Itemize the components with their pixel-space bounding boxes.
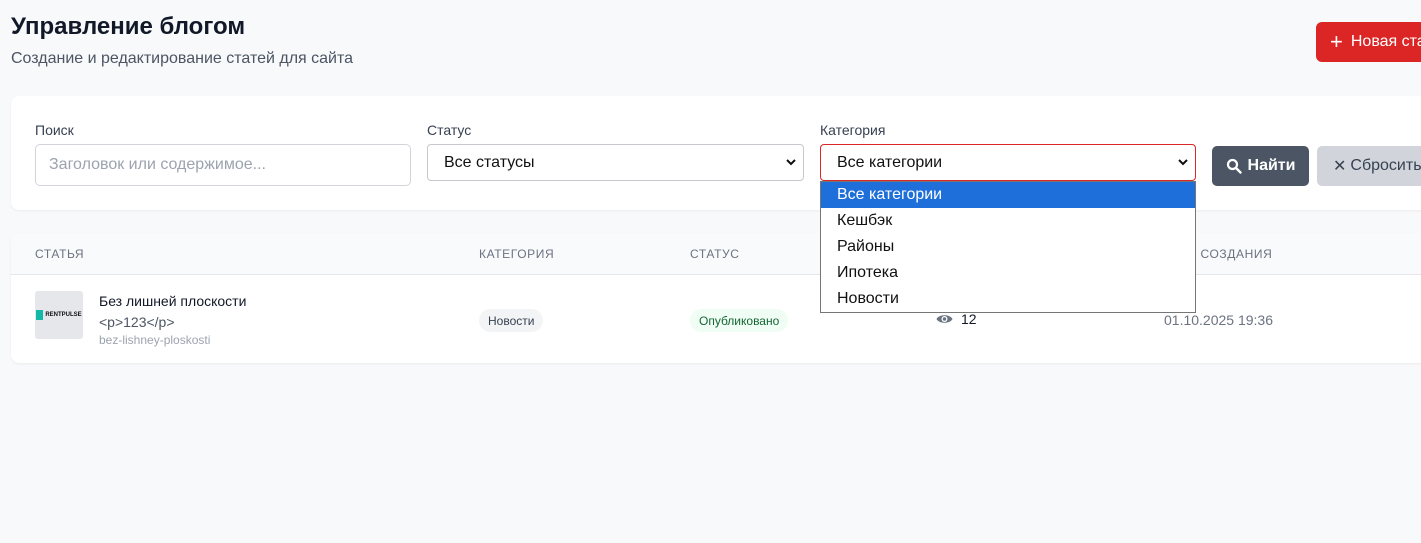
category-option-mortgage[interactable]: Ипотека xyxy=(821,260,1195,286)
column-header-status: СТАТУС xyxy=(690,247,740,261)
category-option-news[interactable]: Новости xyxy=(821,286,1195,312)
article-excerpt: <p>123</p> xyxy=(99,314,175,330)
status-select[interactable]: Все статусы xyxy=(427,144,804,181)
category-dropdown-list: Все категории Кешбэк Районы Ипотека Ново… xyxy=(820,181,1196,313)
find-button[interactable]: Найти xyxy=(1212,146,1309,186)
category-label: Категория xyxy=(820,122,886,138)
page-subtitle: Создание и редактирование статей для сай… xyxy=(11,50,354,67)
chevron-down-icon xyxy=(786,159,796,166)
reset-button[interactable]: ✕ Сбросить xyxy=(1317,146,1421,186)
page-title: Управление блогом xyxy=(11,13,246,40)
search-icon xyxy=(1226,158,1242,174)
new-article-label: Новая статья xyxy=(1350,33,1421,50)
status-label: Статус xyxy=(427,122,472,138)
views-count: 12 xyxy=(936,311,977,327)
filter-panel: Поиск Статус Все статусы Категория Все к… xyxy=(11,96,1421,210)
category-option-districts[interactable]: Районы xyxy=(821,234,1195,260)
close-icon: ✕ xyxy=(1333,158,1347,175)
new-article-button[interactable]: + Новая статья xyxy=(1316,22,1421,62)
find-button-label: Найти xyxy=(1247,157,1296,174)
column-header-category: КАТЕГОРИЯ xyxy=(479,247,555,261)
category-option-cashback[interactable]: Кешбэк xyxy=(821,208,1195,234)
plus-icon: + xyxy=(1330,29,1343,54)
category-badge: Новости xyxy=(479,309,544,332)
articles-table: СТАТЬЯ КАТЕГОРИЯ СТАТУС ДАТА СОЗДАНИЯ RE… xyxy=(11,233,1421,363)
status-select-value: Все статусы xyxy=(444,153,535,171)
article-title[interactable]: Без лишней плоскости xyxy=(99,293,246,309)
category-select[interactable]: Все категории xyxy=(820,144,1196,181)
column-header-article: СТАТЬЯ xyxy=(35,247,85,261)
status-badge: Опубликовано xyxy=(690,309,789,332)
article-slug: bez-lishney-ploskosti xyxy=(99,333,211,347)
table-header: СТАТЬЯ КАТЕГОРИЯ СТАТУС ДАТА СОЗДАНИЯ xyxy=(11,233,1421,275)
views-value: 12 xyxy=(961,311,977,327)
category-option-all[interactable]: Все категории xyxy=(821,182,1195,208)
eye-icon xyxy=(936,315,953,323)
search-label: Поиск xyxy=(35,122,74,138)
category-select-value: Все категории xyxy=(837,153,943,171)
search-input[interactable] xyxy=(35,144,411,186)
rentpulse-logo: RENTPULSE xyxy=(36,310,82,320)
reset-button-label: Сбросить xyxy=(1350,157,1421,174)
table-row[interactable]: RENTPULSE Без лишней плоскости <p>123</p… xyxy=(11,275,1421,363)
created-date: 01.10.2025 19:36 xyxy=(1164,312,1273,328)
article-thumbnail: RENTPULSE xyxy=(35,291,83,339)
chevron-down-icon xyxy=(1178,159,1188,166)
